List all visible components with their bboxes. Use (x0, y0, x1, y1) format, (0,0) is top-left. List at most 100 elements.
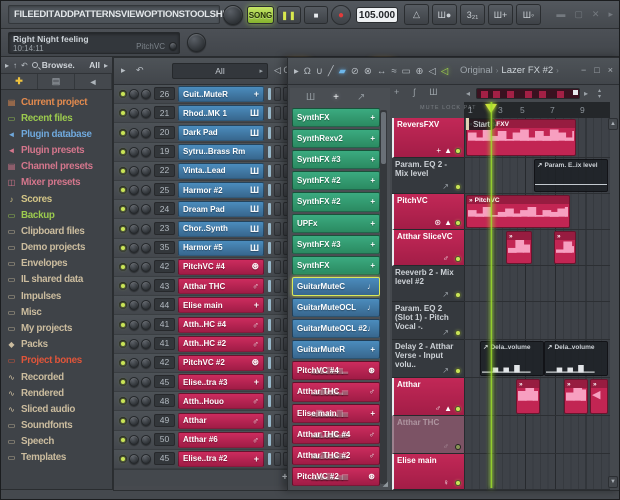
channel-volume-knob[interactable] (141, 127, 151, 138)
step-cell[interactable] (274, 279, 281, 294)
channel-button[interactable]: Vinta..Lead Ш (178, 162, 264, 179)
arrangement-preview-bar[interactable] (476, 88, 580, 99)
step-cell[interactable] (274, 413, 281, 428)
track-enable-led[interactable] (455, 219, 461, 226)
channel-button[interactable]: Atth..HC #4 ♂ (178, 316, 264, 333)
channel-volume-knob[interactable] (141, 357, 151, 368)
picker-clip[interactable]: SynthFX + (292, 108, 380, 128)
paint-icon[interactable]: ▰ (339, 66, 346, 77)
up-icon[interactable]: ↑ (13, 61, 17, 70)
picker-clip[interactable]: GuitarMuteOCL ♩ (292, 297, 380, 318)
channel-button[interactable]: Rhod..MK 1 Ш (178, 105, 264, 122)
velocity-bar[interactable] (268, 356, 271, 369)
channel-button[interactable]: Dream Pad Ш (178, 201, 264, 218)
pl-minimize-button[interactable]: − (581, 65, 586, 75)
browser-item-templates[interactable]: ▭ Templates (6, 450, 112, 466)
channel-pan-knob[interactable] (129, 89, 139, 100)
step-cell[interactable] (274, 355, 281, 370)
channel-volume-knob[interactable] (141, 108, 151, 119)
picker-clip[interactable]: ▅▃▆▂▄▅▃ Atthar THC #2 ♂ (292, 445, 380, 465)
channel-volume-knob[interactable] (141, 377, 151, 388)
channel-filter-selector[interactable]: All ▸ (172, 63, 268, 79)
browser-item-current-project[interactable]: ▤ Current project (6, 94, 112, 110)
channel-pan-knob[interactable] (129, 204, 139, 215)
picker-clip[interactable]: SynthFX #3 + (292, 150, 380, 170)
track-lane[interactable] (464, 454, 610, 490)
channel-enable-led[interactable] (119, 301, 127, 310)
picker-clip[interactable]: ▄▆▃▅▂▆▄ Elise main + (292, 403, 380, 423)
playlist-clip[interactable]: » ▂▇▄ (554, 231, 576, 264)
channel-pan-knob[interactable] (129, 108, 139, 119)
browser-item-scores[interactable]: ♪ Scores (6, 191, 112, 207)
channel-enable-led[interactable] (119, 378, 127, 387)
track-enable-led[interactable] (455, 443, 461, 450)
picker-clip[interactable]: SynthFX #3 + (292, 234, 380, 254)
velocity-bar[interactable] (268, 280, 271, 293)
record-button[interactable]: ● (331, 5, 351, 25)
step-cell[interactable] (274, 317, 281, 332)
stop-button[interactable]: ■ (304, 6, 328, 24)
velocity-bar[interactable] (268, 126, 271, 139)
breadcrumb-parent[interactable]: Original (460, 65, 493, 76)
channel-pan-knob[interactable] (129, 453, 139, 464)
picker-clip[interactable]: ▃▅▂▆▃▅▂ PitchVC #4 ⊛ (292, 361, 380, 381)
play-pause-button[interactable]: ❚❚ (277, 6, 301, 24)
step-cell[interactable] (274, 240, 281, 255)
track-atthar-thc[interactable]: Atthar THC ♂ (392, 416, 464, 454)
velocity-bar[interactable] (268, 184, 271, 197)
preview-icon[interactable]: ◁ (429, 66, 436, 77)
browser-item-recent-files[interactable]: ▭ Recent files (6, 110, 112, 126)
step-cell[interactable] (274, 221, 281, 236)
channel-enable-led[interactable] (119, 358, 127, 367)
menu-view[interactable]: VIEW (121, 9, 144, 20)
track-atthar-slicevc[interactable]: Atthar SliceVC ♂ (392, 230, 464, 266)
channel-button[interactable]: Elise..tra #2 + (178, 450, 264, 467)
channel-pan-knob[interactable] (129, 357, 139, 368)
velocity-bar[interactable] (268, 414, 271, 427)
channel-enable-led[interactable] (119, 416, 127, 425)
zoom-out-button[interactable]: ▾ (598, 94, 601, 100)
typing-keyboard-icon[interactable]: Ш+ (488, 4, 513, 25)
undo-icon[interactable]: ↶ (136, 65, 144, 76)
playlist-clip[interactable]: » ▅█▇ (564, 379, 588, 414)
channel-enable-led[interactable] (119, 90, 127, 99)
browser-item-misc[interactable]: ▭ Misc (6, 304, 112, 320)
channel-pan-knob[interactable] (129, 396, 139, 407)
picker-clip[interactable]: ▂▄▆▃▅▂▄ Atthar THC ♂ (292, 382, 380, 402)
track-lane[interactable]: ↗ Param. E..ix level (464, 158, 610, 194)
browser-item-il-shared-data[interactable]: ▭ IL shared data (6, 272, 112, 288)
countdown-icon[interactable]: 3₂₁ (460, 4, 485, 25)
metronome-icon[interactable]: △ (404, 4, 429, 25)
track-atthar[interactable]: Atthar ♂ ▲ (392, 378, 464, 416)
step-cell[interactable] (274, 144, 281, 159)
velocity-bar[interactable] (268, 433, 271, 446)
track-lane[interactable] (464, 302, 610, 340)
browser-tab-files[interactable]: ▤ (38, 74, 75, 89)
channel-pan-knob[interactable] (129, 185, 139, 196)
channel-pan-knob[interactable] (129, 434, 139, 445)
channel-enable-led[interactable] (119, 205, 127, 214)
scroll-down-button[interactable]: ▼ (608, 476, 618, 488)
channel-enable-led[interactable] (119, 243, 127, 252)
headphones-icon[interactable]: Ω (304, 66, 311, 77)
scroll-right-button[interactable]: ▸ (584, 89, 594, 98)
keys-tab-icon[interactable]: Ш (429, 87, 437, 97)
playhead-line[interactable] (490, 102, 493, 488)
channel-volume-knob[interactable] (141, 223, 151, 234)
step-cell[interactable] (274, 163, 281, 178)
channel-enable-led[interactable] (119, 339, 127, 348)
velocity-bar[interactable] (268, 260, 271, 273)
channel-pan-knob[interactable] (129, 242, 139, 253)
picker-tab-patterns[interactable]: Ш (306, 92, 315, 103)
channel-volume-knob[interactable] (141, 415, 151, 426)
browser-item-packs[interactable]: ◆ Packs (6, 337, 112, 353)
track-enable-led[interactable] (455, 183, 461, 190)
picker-clip[interactable]: UPFx + (292, 213, 380, 233)
picker-clip[interactable]: GuitarMuteOCL #2 ♩ (292, 319, 380, 339)
channel-pan-knob[interactable] (129, 261, 139, 272)
scroll-left-button[interactable]: ◂ (466, 89, 476, 98)
play-icon[interactable]: ▸ (294, 66, 299, 77)
velocity-bar[interactable] (268, 395, 271, 408)
track-lane[interactable]: » ▃█▅ » ▂▇▄ (464, 230, 610, 266)
channel-volume-knob[interactable] (141, 338, 151, 349)
